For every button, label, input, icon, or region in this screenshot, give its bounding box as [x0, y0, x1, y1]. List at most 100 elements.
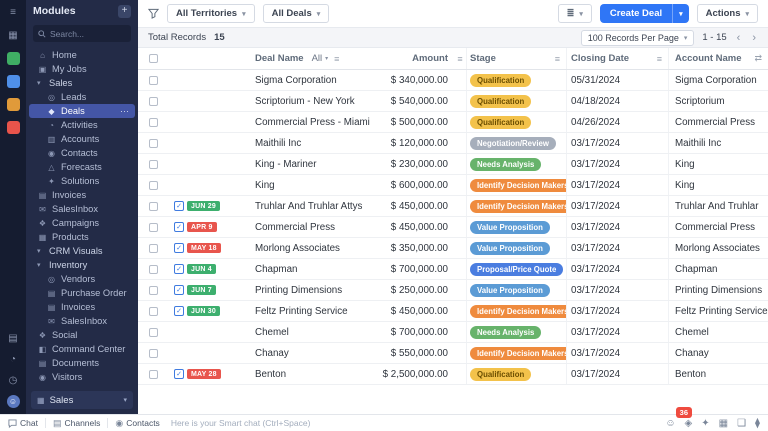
emoji-icon[interactable]: ☺: [665, 418, 675, 429]
sidebar-item-campaigns[interactable]: ❖ Campaigns: [29, 216, 135, 230]
sidebar-item-home[interactable]: ⌂ Home: [29, 48, 135, 62]
sidebar-item-forecasts[interactable]: △ Forecasts: [29, 160, 135, 174]
table-row[interactable]: Commercial Press - Miami $ 500,000.00 Qu…: [138, 112, 768, 133]
table-row[interactable]: Scriptorium - New York $ 540,000.00 Qual…: [138, 91, 768, 112]
row-checkbox[interactable]: [149, 97, 158, 106]
sidebar-item-salesinbox[interactable]: ✉ SalesInbox: [29, 202, 135, 216]
deal-name-cell[interactable]: Commercial Press - Miami: [244, 112, 372, 132]
territory-filter-dropdown[interactable]: All Territories▾: [167, 4, 255, 23]
deal-name-cell[interactable]: Sigma Corporation: [244, 70, 372, 90]
zia-search-icon[interactable]: [7, 121, 20, 134]
account-name-cell[interactable]: King: [668, 154, 768, 174]
column-header-closing-date[interactable]: Closing Date: [571, 53, 629, 64]
notification-badge[interactable]: 36: [676, 407, 692, 418]
sidebar-item-documents[interactable]: ▤ Documents: [29, 356, 135, 370]
row-checkbox[interactable]: [149, 139, 158, 148]
calendar-icon[interactable]: [7, 75, 20, 88]
smart-chat-input[interactable]: [171, 418, 659, 428]
row-checkbox[interactable]: [149, 286, 158, 295]
deal-name-cell[interactable]: Commercial Press: [244, 217, 372, 237]
filter-icon[interactable]: [148, 8, 159, 19]
create-deal-dropdown[interactable]: ▾: [672, 4, 689, 23]
sidebar-item-deals[interactable]: ◆ Deals ⋯: [29, 104, 135, 118]
list-view-selector[interactable]: ≣ ▾: [558, 4, 592, 23]
actions-dropdown[interactable]: Actions▾: [697, 4, 758, 23]
view-filter-dropdown[interactable]: All Deals▾: [263, 4, 330, 23]
table-row[interactable]: ✓MAY 28 Benton $ 2,500,000.00 Qualificat…: [138, 364, 768, 385]
row-checkbox[interactable]: [149, 118, 158, 127]
more-options-icon[interactable]: ⋯: [120, 106, 130, 117]
sidebar-item-sales[interactable]: ▾ Sales: [29, 76, 135, 90]
deal-name-filter-dropdown[interactable]: All▾: [312, 53, 329, 64]
deal-name-cell[interactable]: Scriptorium - New York: [244, 91, 372, 111]
row-checkbox[interactable]: [149, 160, 158, 169]
sidebar-item-activities[interactable]: ◔ Activities: [29, 118, 135, 132]
table-row[interactable]: King - Mariner $ 230,000.00 Needs Analys…: [138, 154, 768, 175]
account-name-cell[interactable]: Chanay: [668, 343, 768, 363]
column-menu-icon[interactable]: ≡: [657, 54, 662, 64]
row-checkbox[interactable]: [149, 307, 158, 316]
sidebar-item-crm-visuals[interactable]: ▾ CRM Visuals: [29, 244, 135, 258]
select-all-checkbox[interactable]: [149, 54, 158, 63]
account-name-cell[interactable]: Feltz Printing Service: [668, 301, 768, 321]
row-checkbox[interactable]: [149, 76, 158, 85]
account-name-cell[interactable]: Truhlar And Truhlar: [668, 196, 768, 216]
deal-name-cell[interactable]: King: [244, 175, 372, 195]
projects-icon[interactable]: [7, 98, 20, 111]
account-name-cell[interactable]: Benton: [668, 364, 768, 384]
account-name-cell[interactable]: Printing Dimensions: [668, 280, 768, 300]
sidebar-item-my-jobs[interactable]: ▣ My Jobs: [29, 62, 135, 76]
account-name-cell[interactable]: Commercial Press: [668, 217, 768, 237]
table-row[interactable]: Chanay $ 550,000.00 Identify Decision Ma…: [138, 343, 768, 364]
notifications-icon[interactable]: ◔: [7, 353, 20, 366]
table-row[interactable]: ✓MAY 18 Morlong Associates $ 350,000.00 …: [138, 238, 768, 259]
cliq-chat-icon[interactable]: [7, 52, 20, 65]
create-deal-button[interactable]: Create Deal ▾: [600, 4, 689, 23]
column-menu-icon[interactable]: ≡: [457, 54, 462, 64]
column-menu-icon[interactable]: ≡: [555, 54, 560, 64]
table-row[interactable]: ✓APR 9 Commercial Press $ 450,000.00 Val…: [138, 217, 768, 238]
account-name-cell[interactable]: Commercial Press: [668, 112, 768, 132]
column-menu-icon[interactable]: ≡: [334, 54, 339, 64]
deal-name-cell[interactable]: King - Mariner: [244, 154, 372, 174]
column-settings-icon[interactable]: ⇄: [754, 53, 762, 64]
deal-name-cell[interactable]: Morlong Associates: [244, 238, 372, 258]
account-name-cell[interactable]: Sigma Corporation: [668, 70, 768, 90]
row-checkbox[interactable]: [149, 370, 158, 379]
deal-name-cell[interactable]: Printing Dimensions: [244, 280, 372, 300]
user-avatar[interactable]: ☺: [7, 395, 20, 408]
account-name-cell[interactable]: Chemel: [668, 322, 768, 342]
deal-name-cell[interactable]: Chanay: [244, 343, 372, 363]
row-checkbox[interactable]: [149, 202, 158, 211]
sidebar-item-social[interactable]: ❖ Social: [29, 328, 135, 342]
table-row[interactable]: King $ 600,000.00 Identify Decision Make…: [138, 175, 768, 196]
mic-icon[interactable]: ⧫: [755, 418, 760, 429]
chat-bubble-icon[interactable]: ❑: [737, 418, 746, 429]
table-row[interactable]: ✓JUN 4 Chapman $ 700,000.00 Proposal/Pri…: [138, 259, 768, 280]
sidebar-item-accounts[interactable]: ▥ Accounts: [29, 132, 135, 146]
table-row[interactable]: ✓JUN 29 Truhlar And Truhlar Attys $ 450,…: [138, 196, 768, 217]
sidebar-item-visitors[interactable]: ◉ Visitors: [29, 370, 135, 384]
sidebar-item-inventory[interactable]: ▾ Inventory: [29, 258, 135, 272]
shield-icon[interactable]: ◈: [685, 418, 693, 429]
table-row[interactable]: Maithili Inc $ 120,000.00 Negotiation/Re…: [138, 133, 768, 154]
table-row[interactable]: ✓JUN 7 Printing Dimensions $ 250,000.00 …: [138, 280, 768, 301]
deal-name-cell[interactable]: Benton: [244, 364, 372, 384]
sidebar-item-solutions[interactable]: ✦ Solutions: [29, 174, 135, 188]
row-checkbox[interactable]: [149, 349, 158, 358]
sidebar-item-invoices[interactable]: ▤ Invoices: [29, 300, 135, 314]
row-checkbox[interactable]: [149, 181, 158, 190]
row-checkbox[interactable]: [149, 223, 158, 232]
deal-name-cell[interactable]: Chemel: [244, 322, 372, 342]
table-row[interactable]: Sigma Corporation $ 340,000.00 Qualifica…: [138, 70, 768, 91]
deal-name-cell[interactable]: Truhlar And Truhlar Attys: [244, 196, 372, 216]
table-row[interactable]: ✓JUN 30 Feltz Printing Service $ 450,000…: [138, 301, 768, 322]
sidebar-item-purchase-order[interactable]: ▤ Purchase Order: [29, 286, 135, 300]
sidebar-item-vendors[interactable]: ◎ Vendors: [29, 272, 135, 286]
deal-name-cell[interactable]: Maithili Inc: [244, 133, 372, 153]
row-checkbox[interactable]: [149, 265, 158, 274]
account-name-cell[interactable]: King: [668, 175, 768, 195]
contacts-tab[interactable]: ◉ Contacts: [115, 418, 159, 429]
sidebar-search[interactable]: [33, 25, 131, 42]
sidebar-item-salesinbox[interactable]: ✉ SalesInbox: [29, 314, 135, 328]
